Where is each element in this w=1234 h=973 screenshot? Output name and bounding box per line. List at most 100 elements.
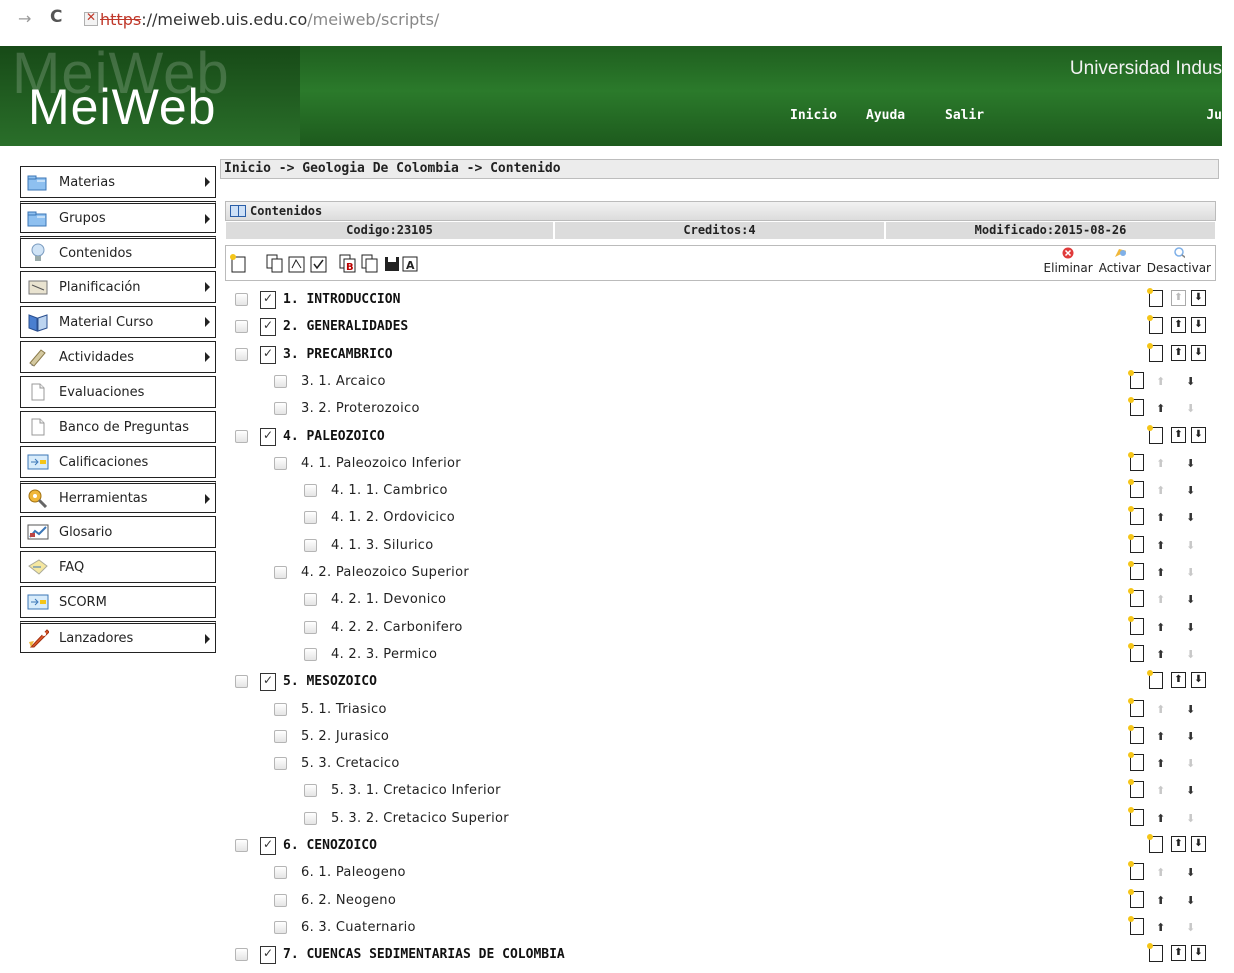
- sidebar-item-scorm[interactable]: SCORM: [20, 586, 216, 618]
- move-down-icon[interactable]: ⬇: [1186, 730, 1195, 743]
- row-checkbox[interactable]: [304, 484, 317, 498]
- add-subitem-icon[interactable]: [1128, 697, 1144, 717]
- add-subitem-icon[interactable]: [1128, 642, 1144, 662]
- move-down-icon[interactable]: ⬇: [1186, 757, 1195, 770]
- add-subitem-icon[interactable]: [1147, 288, 1163, 307]
- row-checkbox[interactable]: [235, 320, 248, 334]
- add-subitem-icon[interactable]: [1128, 561, 1144, 580]
- font-icon[interactable]: A: [401, 254, 418, 273]
- move-down-icon[interactable]: ⬇: [1191, 672, 1206, 689]
- item-title-link[interactable]: 4. 1. 1. Cambrico: [331, 483, 448, 498]
- move-up-icon[interactable]: ⬆: [1171, 344, 1186, 361]
- row-checkbox[interactable]: [304, 811, 317, 825]
- move-down-icon[interactable]: ⬇: [1186, 539, 1195, 552]
- row-checkbox[interactable]: [304, 647, 317, 661]
- row-checkbox[interactable]: [274, 757, 287, 771]
- move-down-icon[interactable]: ⬇: [1186, 784, 1195, 797]
- add-subitem-icon[interactable]: [1128, 779, 1144, 799]
- check-all-icon[interactable]: [310, 254, 327, 273]
- row-checkbox[interactable]: [274, 374, 287, 388]
- add-subitem-icon[interactable]: [1128, 915, 1144, 935]
- sidebar-item-faq[interactable]: FAQ: [20, 551, 216, 583]
- row-checkbox[interactable]: [274, 729, 287, 743]
- menu-salir[interactable]: Salir: [945, 108, 984, 123]
- row-checkbox[interactable]: [274, 456, 287, 470]
- move-down-icon[interactable]: ⬇: [1186, 593, 1195, 606]
- row-checkbox[interactable]: [274, 402, 287, 416]
- move-down-icon[interactable]: ⬇: [1186, 402, 1195, 415]
- row-checkbox[interactable]: [235, 293, 248, 306]
- item-title-link[interactable]: 6. 2. Neogeno: [301, 893, 396, 908]
- activar-button[interactable]: Activar: [1099, 247, 1141, 275]
- move-up-icon[interactable]: ⬆: [1171, 945, 1186, 962]
- move-up-icon[interactable]: ⬆: [1156, 921, 1165, 934]
- move-down-icon[interactable]: ⬇: [1186, 648, 1195, 661]
- move-down-icon[interactable]: ⬇: [1191, 945, 1206, 962]
- move-up-icon[interactable]: ⬆: [1156, 375, 1165, 388]
- row-checkbox[interactable]: [304, 784, 317, 798]
- item-title-link[interactable]: 5. 3. Cretacico: [301, 756, 400, 771]
- sidebar-item-materias[interactable]: Materias: [20, 166, 216, 198]
- menu-inicio[interactable]: Inicio: [790, 108, 837, 123]
- eliminar-button[interactable]: Eliminar: [1044, 247, 1093, 275]
- move-up-icon[interactable]: ⬆: [1156, 402, 1165, 415]
- paste-icon[interactable]: [288, 254, 305, 273]
- row-checkbox[interactable]: [304, 620, 317, 634]
- move-down-icon[interactable]: ⬇: [1186, 894, 1195, 907]
- add-subitem-icon[interactable]: [1128, 724, 1144, 744]
- address-bar[interactable]: https ://meiweb.uis.edu.co /meiweb/scrip…: [84, 8, 439, 30]
- save-icon[interactable]: [383, 254, 400, 273]
- item-title-link[interactable]: 3. 1. Arcaico: [301, 374, 386, 389]
- copy-icon[interactable]: [266, 254, 283, 273]
- move-up-icon[interactable]: ⬆: [1156, 566, 1165, 579]
- move-down-icon[interactable]: ⬇: [1191, 344, 1206, 361]
- move-up-icon[interactable]: ⬆: [1171, 290, 1186, 306]
- section-title-link[interactable]: 4. PALEOZOICO: [283, 429, 385, 444]
- row-checkbox[interactable]: [274, 920, 287, 934]
- move-up-icon[interactable]: ⬆: [1156, 457, 1165, 470]
- add-subitem-icon[interactable]: [1147, 315, 1163, 335]
- row-checkbox[interactable]: [274, 893, 287, 907]
- sidebar-item-banco-de-preguntas[interactable]: Banco de Preguntas: [20, 411, 216, 443]
- add-subitem-icon[interactable]: [1128, 615, 1144, 635]
- move-down-icon[interactable]: ⬇: [1186, 484, 1195, 497]
- sidebar-item-actividades[interactable]: Actividades: [20, 341, 216, 373]
- item-title-link[interactable]: 6. 1. Paleogeno: [301, 865, 406, 880]
- duplicate-icon[interactable]: [361, 254, 378, 273]
- row-checkbox[interactable]: [304, 538, 317, 552]
- bold-doc-icon[interactable]: B: [339, 254, 356, 273]
- move-up-icon[interactable]: ⬆: [1156, 812, 1165, 825]
- sidebar-item-evaluaciones[interactable]: Evaluaciones: [20, 376, 216, 408]
- move-up-icon[interactable]: ⬆: [1156, 784, 1165, 797]
- add-subitem-icon[interactable]: [1147, 834, 1163, 853]
- add-subitem-icon[interactable]: [1128, 533, 1144, 553]
- move-up-icon[interactable]: ⬆: [1171, 317, 1186, 334]
- forward-icon[interactable]: →: [18, 9, 31, 28]
- section-title-link[interactable]: 3. PRECAMBRICO: [283, 347, 393, 362]
- row-checkbox[interactable]: [235, 675, 248, 689]
- sidebar-item-planificaci-n[interactable]: Planificación: [20, 271, 216, 303]
- item-title-link[interactable]: 4. 1. 3. Silurico: [331, 538, 433, 553]
- move-down-icon[interactable]: ⬇: [1186, 866, 1195, 879]
- row-checkbox[interactable]: [274, 566, 287, 579]
- move-down-icon[interactable]: ⬇: [1186, 621, 1195, 634]
- section-title-link[interactable]: 2. GENERALIDADES: [283, 319, 408, 334]
- move-down-icon[interactable]: ⬇: [1186, 457, 1195, 470]
- add-subitem-icon[interactable]: [1128, 588, 1144, 608]
- sidebar-item-contenidos[interactable]: Contenidos: [20, 236, 216, 268]
- move-down-icon[interactable]: ⬇: [1186, 921, 1195, 934]
- item-title-link[interactable]: 4. 2. Paleozoico Superior: [301, 565, 469, 580]
- add-subitem-icon[interactable]: [1128, 752, 1144, 772]
- sidebar-item-glosario[interactable]: Glosario: [20, 516, 216, 548]
- add-subitem-icon[interactable]: [1128, 451, 1144, 471]
- sidebar-item-calificaciones[interactable]: Calificaciones: [20, 446, 216, 478]
- section-title-link[interactable]: 5. MESOZOICO: [283, 674, 377, 689]
- reload-icon[interactable]: C: [50, 7, 62, 27]
- move-up-icon[interactable]: ⬆: [1156, 703, 1165, 716]
- add-subitem-icon[interactable]: [1128, 806, 1144, 826]
- move-up-icon[interactable]: ⬆: [1171, 426, 1186, 443]
- row-checkbox[interactable]: [304, 511, 317, 525]
- add-subitem-icon[interactable]: [1128, 506, 1144, 526]
- add-subitem-icon[interactable]: [1128, 861, 1144, 881]
- new-item-icon[interactable]: [230, 254, 247, 273]
